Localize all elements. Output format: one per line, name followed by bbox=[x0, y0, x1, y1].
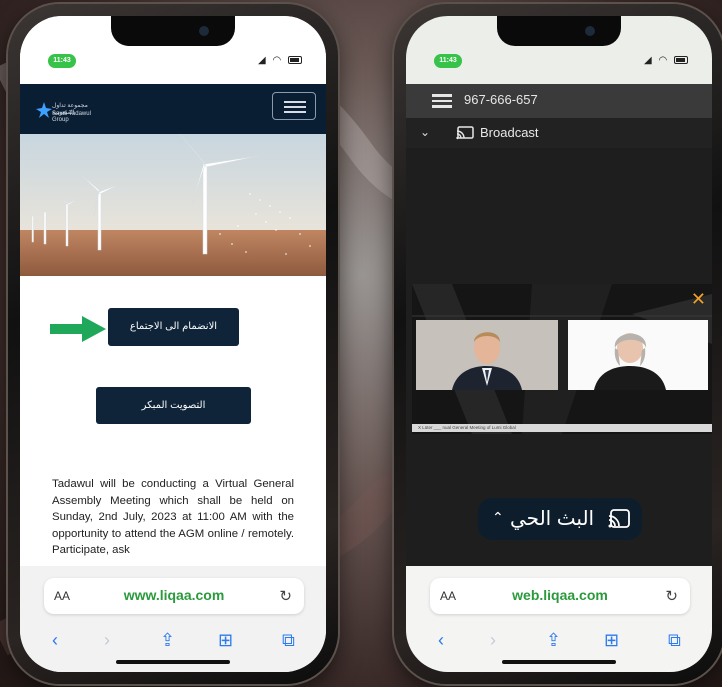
phone-right: 11:43 ◢ ◠ 967-666-657 ⌄ Broadcast ✕ X Lü… bbox=[394, 4, 722, 684]
status-icons: ◢ ◠ bbox=[258, 55, 302, 66]
hero-wind-turbines-image bbox=[20, 134, 326, 276]
broadcast-stage: ✕ X Lüter ___ nual General Meeting of Lu… bbox=[412, 284, 712, 434]
status-time: 11:43 bbox=[48, 54, 76, 68]
home-indicator[interactable] bbox=[502, 660, 616, 664]
tabs-icon[interactable]: ⧉ bbox=[282, 630, 295, 651]
tabs-icon[interactable]: ⧉ bbox=[668, 630, 681, 651]
battery-icon bbox=[674, 56, 688, 64]
battery-icon bbox=[288, 56, 302, 64]
video-tile-speaker-1 bbox=[416, 320, 558, 390]
address-bar[interactable]: AA www.liqaa.com ↻ bbox=[44, 578, 304, 614]
signal-icon: ◢ bbox=[644, 55, 654, 66]
menu-line bbox=[284, 106, 306, 108]
menu-line bbox=[284, 101, 306, 103]
early-voting-button[interactable]: التصويت المبكر bbox=[96, 387, 251, 424]
notch bbox=[111, 16, 235, 46]
menu-line bbox=[432, 94, 452, 97]
menu-line bbox=[284, 111, 306, 113]
camera-dot bbox=[585, 26, 595, 36]
phone-right-screen: 11:43 ◢ ◠ 967-666-657 ⌄ Broadcast ✕ X Lü… bbox=[406, 16, 712, 672]
reload-icon[interactable]: ↻ bbox=[279, 587, 292, 605]
back-icon[interactable]: ‹ bbox=[438, 630, 444, 651]
camera-dot bbox=[199, 26, 209, 36]
video-tile-speaker-2 bbox=[568, 320, 708, 390]
browser-nav: ‹ › ⇪ ⊞ ⧉ bbox=[20, 626, 326, 654]
call-header: 967-666-657 bbox=[406, 84, 712, 118]
browser-toolbar: AA web.liqaa.com ↻ ‹ › ⇪ ⊞ ⧉ bbox=[406, 566, 712, 672]
logo-star-icon bbox=[36, 102, 52, 118]
chevron-up-icon: ⌃ bbox=[492, 509, 504, 525]
site-logo[interactable]: مجموعة تداول السعودية Saudi Tadawul Grou… bbox=[36, 98, 106, 128]
status-time: 11:43 bbox=[434, 54, 462, 68]
join-meeting-button[interactable]: الانضمام الى الاجتماع bbox=[108, 308, 239, 346]
browser-toolbar: AA www.liqaa.com ↻ ‹ › ⇪ ⊞ ⧉ bbox=[20, 566, 326, 672]
menu-line bbox=[432, 99, 452, 102]
menu-line bbox=[432, 105, 452, 108]
speaker-2-video bbox=[568, 320, 708, 390]
home-indicator[interactable] bbox=[116, 660, 230, 664]
arrow-right-icon bbox=[50, 316, 106, 342]
main-content: الانضمام الى الاجتماع التصويت المبكر Tad… bbox=[20, 276, 326, 584]
share-icon[interactable]: ⇪ bbox=[160, 630, 175, 651]
url-text: web.liqaa.com bbox=[512, 587, 608, 603]
live-broadcast-label: البث الحي bbox=[510, 508, 595, 530]
phone-left-screen: 11:43 ◢ ◠ مجموعة تداول السعودية Saudi Ta… bbox=[20, 16, 326, 672]
reload-icon[interactable]: ↻ bbox=[665, 587, 678, 605]
menu-toggle-button[interactable] bbox=[272, 92, 316, 120]
live-broadcast-button[interactable]: ⌃ البث الحي bbox=[478, 498, 642, 540]
phone-left: 11:43 ◢ ◠ مجموعة تداول السعودية Saudi Ta… bbox=[8, 4, 338, 684]
url-text: www.liqaa.com bbox=[123, 587, 225, 603]
notch bbox=[497, 16, 621, 46]
close-icon[interactable]: ✕ bbox=[691, 289, 706, 310]
cast-icon bbox=[608, 509, 630, 528]
chevron-down-icon[interactable]: ⌄ bbox=[420, 125, 430, 139]
bookmarks-icon[interactable]: ⊞ bbox=[604, 630, 619, 651]
forward-icon[interactable]: › bbox=[104, 630, 110, 651]
hamburger-menu-icon[interactable] bbox=[432, 94, 452, 108]
stage-ticker: X Lüter ___ nual General Meeting of Lumi… bbox=[412, 424, 712, 432]
cast-icon bbox=[456, 126, 474, 140]
wifi-icon: ◠ bbox=[658, 55, 670, 66]
logo-text-english: Saudi Tadawul Group bbox=[52, 111, 91, 123]
bookmarks-icon[interactable]: ⊞ bbox=[218, 630, 233, 651]
address-bar[interactable]: AA web.liqaa.com ↻ bbox=[430, 578, 690, 614]
speaker-1-video bbox=[416, 320, 558, 390]
signal-icon: ◢ bbox=[258, 55, 268, 66]
wifi-icon: ◠ bbox=[272, 55, 284, 66]
back-icon[interactable]: ‹ bbox=[52, 630, 58, 651]
hero-illustration bbox=[20, 134, 326, 276]
broadcast-row[interactable]: ⌄ Broadcast bbox=[406, 118, 712, 148]
meeting-description: Tadawul will be conducting a Virtual Gen… bbox=[52, 478, 294, 556]
dial-in-number: 967-666-657 bbox=[464, 92, 538, 107]
broadcast-label: Broadcast bbox=[480, 125, 539, 140]
status-icons: ◢ ◠ bbox=[644, 55, 688, 66]
browser-nav: ‹ › ⇪ ⊞ ⧉ bbox=[406, 626, 712, 654]
share-icon[interactable]: ⇪ bbox=[546, 630, 561, 651]
forward-icon[interactable]: › bbox=[490, 630, 496, 651]
